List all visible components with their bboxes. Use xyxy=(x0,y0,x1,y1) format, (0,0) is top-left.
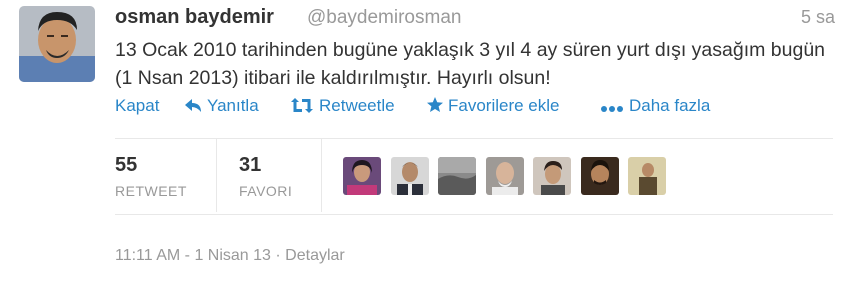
avatar[interactable] xyxy=(19,6,95,82)
favorite-count[interactable]: 31 FAVORI xyxy=(239,154,292,199)
divider-top xyxy=(115,138,833,139)
favoriter-avatar[interactable] xyxy=(581,157,619,195)
close-button[interactable]: Kapat xyxy=(115,96,159,116)
retweet-label: Retweetle xyxy=(319,96,395,115)
retweet-count-label: RETWEET xyxy=(115,183,187,199)
favorite-button[interactable]: Favorilere ekle xyxy=(427,96,560,116)
reply-button[interactable]: Yanıtla xyxy=(185,96,259,116)
retweet-icon xyxy=(291,98,313,113)
stats-separator xyxy=(216,139,217,212)
stats-separator xyxy=(321,139,322,212)
reply-label: Yanıtla xyxy=(207,96,259,115)
close-label: Kapat xyxy=(115,96,160,115)
retweet-count[interactable]: 55 RETWEET xyxy=(115,154,187,199)
more-label: Daha fazla xyxy=(629,96,711,115)
tweet-text: 13 Ocak 2010 tarihinden bugüne yaklaşık … xyxy=(115,39,826,89)
tweet-meta: 11:11 AM - 1 Nisan 13 · Detaylar xyxy=(115,247,345,265)
favoriter-avatar[interactable] xyxy=(343,157,381,195)
reply-icon xyxy=(185,99,201,112)
tweet-timestamp[interactable]: 11:11 AM - 1 Nisan 13 xyxy=(115,247,271,264)
favoriter-avatar[interactable] xyxy=(391,157,429,195)
favorite-label: Favorilere ekle xyxy=(448,96,560,115)
tweet-time[interactable]: 5 sa xyxy=(801,7,835,28)
favorite-count-value: 31 xyxy=(239,154,262,176)
star-icon xyxy=(427,97,443,112)
tweet-header: osman baydemir @baydemirosman 5 sa xyxy=(115,4,835,30)
favoriter-avatar[interactable] xyxy=(438,157,476,195)
retweet-button[interactable]: Retweetle xyxy=(290,96,395,116)
retweet-count-value: 55 xyxy=(115,154,138,176)
favorite-count-label: FAVORI xyxy=(239,183,293,199)
ellipsis-icon xyxy=(601,106,623,112)
user-fullname[interactable]: osman baydemir xyxy=(115,6,274,29)
user-screen-name[interactable]: @baydemirosman xyxy=(307,7,461,29)
meta-separator: · xyxy=(275,247,281,264)
favoriter-avatar[interactable] xyxy=(628,157,666,195)
divider-bottom xyxy=(115,214,833,215)
details-link[interactable]: Detaylar xyxy=(285,247,345,264)
more-button[interactable]: Daha fazla xyxy=(600,96,710,116)
favoriter-avatar[interactable] xyxy=(486,157,524,195)
favoriter-avatar[interactable] xyxy=(533,157,571,195)
